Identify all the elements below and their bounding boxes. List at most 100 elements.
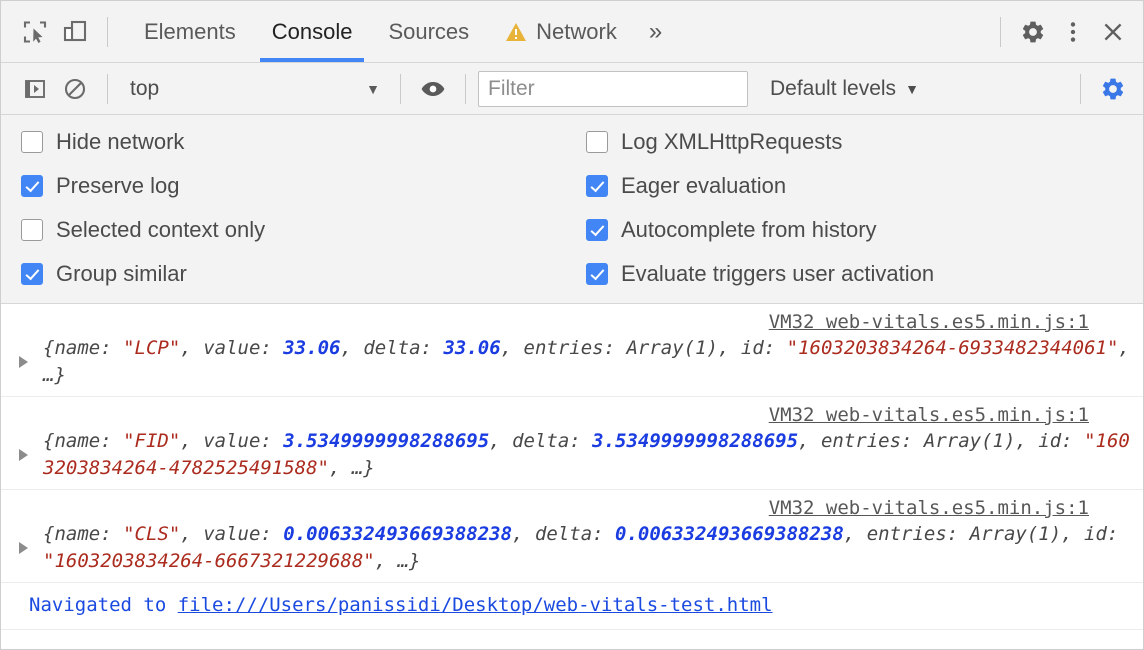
prop-value-value: 3.5349999998288695 [283,430,489,452]
filter-input[interactable]: Filter [478,71,748,107]
filter-placeholder: Filter [488,77,535,101]
expand-arrow-icon[interactable] [19,449,28,461]
setting-group-similar[interactable]: Group similar [21,261,578,287]
console-message-list[interactable]: VM32 web-vitals.es5.min.js:1 {name: "LCP… [1,304,1143,649]
setting-preserve-log-label: Preserve log [56,173,180,199]
console-settings-gear-icon[interactable] [1093,69,1133,109]
console-message[interactable]: VM32 web-vitals.es5.min.js:1 {name: "FID… [1,397,1143,490]
chevron-down-icon: ▼ [366,81,380,97]
checkbox-autocomplete-from-history[interactable] [586,219,608,241]
more-options-icon[interactable] [1053,12,1093,52]
console-navigation-message[interactable]: Navigated to file:///Users/panissidi/Des… [1,583,1143,630]
tab-console[interactable]: Console [254,1,371,62]
chevron-down-icon: ▼ [905,81,919,97]
tab-elements[interactable]: Elements [126,1,254,62]
settings-column-left: Hide network Preserve log Selected conte… [1,129,578,287]
checkbox-selected-context-only[interactable] [21,219,43,241]
tabbar-divider-2 [1000,17,1001,47]
setting-hide-network-label: Hide network [56,129,184,155]
prop-entries-value[interactable]: Array(1) [924,430,1016,452]
console-message-body: {name: "LCP", value: 33.06, delta: 33.06… [15,335,1131,389]
eye-icon[interactable] [413,69,453,109]
prop-id-key: id: [1084,523,1118,545]
prop-delta-key: delta: [535,523,615,545]
prop-name-value: "CLS" [123,523,180,545]
prop-name-key: name: [54,523,123,545]
execution-context-select[interactable]: top ▼ [120,72,388,106]
log-levels-select[interactable]: Default levels ▼ [770,77,919,101]
devtools-tabs: Elements Console Sources Network [126,1,675,62]
expand-arrow-icon[interactable] [19,356,28,368]
object-open-brace: { [43,523,54,545]
prop-entries-key: entries: [821,430,924,452]
prop-name-value: "LCP" [123,337,180,359]
prop-id-value: "1603203834264-6667321229688" [43,550,375,572]
navigated-to-label: Navigated to [29,594,178,616]
console-toolbar-divider-3 [465,74,466,104]
setting-eager-evaluation[interactable]: Eager evaluation [586,173,1143,199]
prop-id-key: id: [1038,430,1084,452]
setting-autocomplete-from-history[interactable]: Autocomplete from history [586,217,1143,243]
sep: , [180,430,203,452]
source-link[interactable]: VM32 web-vitals.es5.min.js:1 [15,310,1131,334]
prop-id-key: id: [741,337,787,359]
prop-entries-key: entries: [867,523,970,545]
device-toolbar-icon[interactable] [55,12,95,52]
tabbar-actions [988,12,1133,52]
checkbox-log-xmlhttprequests[interactable] [586,131,608,153]
sep: , [718,337,741,359]
console-sidebar-toggle-icon[interactable] [15,69,55,109]
sep: , [489,430,512,452]
more-tabs-button[interactable]: » [635,1,675,62]
navigation-message-body: Navigated to file:///Users/panissidi/Des… [15,592,1131,619]
prop-entries-value[interactable]: Array(1) [970,523,1062,545]
checkbox-evaluate-triggers-user-activation[interactable] [586,263,608,285]
source-link[interactable]: VM32 web-vitals.es5.min.js:1 [15,496,1131,520]
close-icon[interactable] [1093,12,1133,52]
prop-delta-key: delta: [512,430,592,452]
console-settings-panel: Hide network Preserve log Selected conte… [1,115,1143,304]
setting-selected-context-only[interactable]: Selected context only [21,217,578,243]
console-toolbar-divider-2 [400,74,401,104]
source-link[interactable]: VM32 web-vitals.es5.min.js:1 [15,403,1131,427]
console-toolbar-divider-1 [107,74,108,104]
tab-console-label: Console [272,19,353,45]
prop-value-value: 0.006332493669388238 [283,523,512,545]
gear-icon[interactable] [1013,12,1053,52]
sep: , [512,523,535,545]
setting-autocomplete-from-history-label: Autocomplete from history [621,217,877,243]
inspect-element-icon[interactable] [15,12,55,52]
navigated-to-url[interactable]: file:///Users/panissidi/Desktop/web-vita… [178,594,773,616]
checkbox-hide-network[interactable] [21,131,43,153]
prop-delta-value: 3.5349999998288695 [592,430,798,452]
setting-hide-network[interactable]: Hide network [21,129,578,155]
tab-network[interactable]: Network [487,1,635,62]
sep: , [501,337,524,359]
tab-sources-label: Sources [388,19,469,45]
object-open-brace: { [43,430,54,452]
console-message-body: {name: "CLS", value: 0.00633249366938823… [15,521,1131,575]
setting-preserve-log[interactable]: Preserve log [21,173,578,199]
checkbox-group-similar[interactable] [21,263,43,285]
clear-console-icon[interactable] [55,69,95,109]
prop-entries-value[interactable]: Array(1) [626,337,718,359]
expand-arrow-icon[interactable] [19,542,28,554]
prop-delta-value: 0.006332493669388238 [615,523,844,545]
prop-value-key: value: [203,430,283,452]
sep: , [180,337,203,359]
tab-sources[interactable]: Sources [370,1,487,62]
checkbox-eager-evaluation[interactable] [586,175,608,197]
console-message[interactable]: VM32 web-vitals.es5.min.js:1 {name: "LCP… [1,304,1143,397]
devtools-window: Elements Console Sources Network [0,0,1144,650]
console-message-body: {name: "FID", value: 3.5349999998288695,… [15,428,1131,482]
console-toolbar: top ▼ Filter Default levels ▼ [1,63,1143,115]
console-toolbar-divider-4 [1080,74,1081,104]
warning-triangle-icon [505,22,527,42]
tabbar-divider-1 [107,17,108,47]
prop-delta-value: 33.06 [443,337,500,359]
object-tail: , …} [329,457,375,479]
setting-log-xmlhttprequests[interactable]: Log XMLHttpRequests [586,129,1143,155]
console-message[interactable]: VM32 web-vitals.es5.min.js:1 {name: "CLS… [1,490,1143,583]
setting-evaluate-triggers-user-activation[interactable]: Evaluate triggers user activation [586,261,1143,287]
checkbox-preserve-log[interactable] [21,175,43,197]
